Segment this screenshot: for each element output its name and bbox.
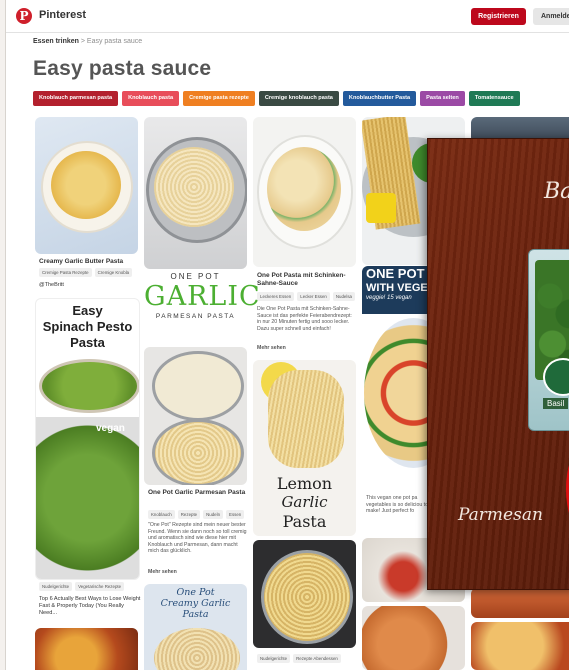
topic-chip[interactable]: Knoblauch parmesan pasta xyxy=(33,91,119,106)
pin-closeup-overlay[interactable]: Ba Basil Parmesan xyxy=(427,138,569,590)
pin-tag[interactable]: Nudelgerichte xyxy=(257,654,291,663)
pin-title[interactable]: One Pot Garlic Parmesan Pasta xyxy=(148,489,246,497)
topic-chip[interactable]: Tomatensauce xyxy=(468,91,520,106)
pin-tag[interactable]: Rezepte xyxy=(177,510,201,519)
pin-title[interactable]: Top 6 Actually Best Ways to Lose Weight … xyxy=(39,596,141,617)
topic-chip[interactable]: Knoblauchbutter Pasta xyxy=(342,91,417,106)
register-button[interactable]: Registrieren xyxy=(471,8,526,25)
pepper-shape xyxy=(366,193,396,223)
overlay-script-text: Ba xyxy=(544,179,569,204)
pin-image-line: Creamy Garlic xyxy=(160,598,231,609)
pasta-dish-shape xyxy=(36,417,139,579)
pasta-shape xyxy=(154,628,240,670)
spaghetti-shape xyxy=(154,147,234,227)
pin-tags: Cremige Pasta Rezepte Cremige Knobla xyxy=(39,268,133,277)
pin-tag[interactable]: Nudeln xyxy=(203,510,224,519)
basil-package: Basil xyxy=(528,249,569,431)
top-bar: P Pinterest Registrieren Anmelden xyxy=(6,0,569,33)
pasta-shape xyxy=(267,147,341,231)
pin-image-line: Pasta xyxy=(70,335,105,350)
package-label: Basil xyxy=(543,398,569,409)
pin-image-creamy-garlic[interactable]: One Pot Creamy Garlic Pasta xyxy=(144,584,247,670)
pin-image-text: Easy Spinach Pesto Pasta xyxy=(36,303,139,351)
spaghetti-shape xyxy=(261,550,353,644)
pin-image-line: Garlic xyxy=(281,493,328,511)
pin-image-spaghetti-bowl[interactable] xyxy=(253,540,356,648)
pin-image-creamy-sauce[interactable] xyxy=(362,606,465,670)
pin-tag[interactable]: Knoblauch xyxy=(148,510,175,519)
pin-image-text: ONE POT GARLIC PARMESAN PASTA xyxy=(144,272,261,320)
pin-tags: Leckeres Essen Lecker Essen Nudelsa xyxy=(257,292,355,301)
pin-image-line: Pasta xyxy=(282,512,327,531)
pin-image-line: PARMESAN PASTA xyxy=(155,313,236,320)
pin-tag[interactable]: Nudelgerichte xyxy=(39,582,73,591)
pin-tag[interactable]: Rezepte Abendessen xyxy=(293,654,341,663)
pin-tag[interactable]: Vegetarische Rezepte xyxy=(75,582,125,591)
pin-image-pasta-skillet[interactable] xyxy=(35,628,138,670)
page-title: Easy pasta sauce xyxy=(33,57,212,80)
pin-image-caption: vegan xyxy=(96,423,125,434)
pin-image-lemon-garlic-pasta[interactable]: Lemon Garlic Pasta xyxy=(253,360,356,536)
pin-image-line: Lemon xyxy=(276,474,333,493)
spaghetti-shape xyxy=(268,370,344,468)
topic-chip[interactable]: Pasta selten xyxy=(420,91,465,106)
pin-author-name: TheBritt xyxy=(44,282,64,288)
pin-tag[interactable]: Leckeres Essen xyxy=(257,292,295,301)
pin-image-bottom-right-2[interactable] xyxy=(471,622,569,670)
breadcrumb: Essen trinken > Easy pasta sauce xyxy=(33,38,142,45)
pin-tags: Knoblauch Rezepte Nudeln Essen xyxy=(148,510,245,519)
spaghetti-shape xyxy=(152,419,244,485)
browser-page: P Pinterest Registrieren Anmelden Essen … xyxy=(5,0,569,670)
pin-tag[interactable]: Lecker Essen xyxy=(297,292,330,301)
pin-image-garlic-pasta-steps[interactable] xyxy=(144,347,247,485)
breadcrumb-separator: > xyxy=(78,38,87,45)
pin-author[interactable]: @TheBritt xyxy=(39,282,64,288)
related-topic-chips: Knoblauch parmesan pasta Knoblauch pasta C… xyxy=(33,91,520,106)
pin-more-link[interactable]: Mehr sehen xyxy=(148,569,177,576)
pin-image-line: GARLIC xyxy=(144,281,261,312)
login-button[interactable]: Anmelden xyxy=(533,8,569,25)
pin-image-line: Spinach Pesto xyxy=(42,319,133,334)
pin-image-line: Easy xyxy=(72,303,103,318)
pin-description: This vegan one pot pa vegetables is so d… xyxy=(366,495,428,515)
pin-description: Die One Pot Pasta mit Schinken-Sahne-Sau… xyxy=(257,306,352,332)
pin-image-text: Lemon Garlic Pasta xyxy=(253,474,356,531)
pin-tag[interactable]: Essen xyxy=(226,510,245,519)
breadcrumb-parent[interactable]: Essen trinken xyxy=(33,38,79,45)
pinterest-logo-icon[interactable]: P xyxy=(16,8,32,24)
topic-chip[interactable]: Cremige pasta rezepte xyxy=(183,91,255,106)
pasta-shape xyxy=(51,151,121,219)
overlay-script-text: Parmesan xyxy=(458,505,543,525)
pin-image-line: ONE POT xyxy=(170,272,221,281)
pin-more-link[interactable]: Mehr sehen xyxy=(257,345,286,352)
pin-tags: Nudelgerichte Vegetarische Rezepte xyxy=(39,582,125,591)
pin-image-creamy-garlic-pasta[interactable] xyxy=(35,117,138,254)
topic-chip[interactable]: Knoblauch pasta xyxy=(122,91,180,106)
organic-seal-icon xyxy=(543,358,569,396)
pin-tag[interactable]: Cremige Pasta Rezepte xyxy=(39,268,92,277)
pin-tag[interactable]: Cremige Knobla xyxy=(94,268,133,277)
pin-image-pot-spaghetti[interactable] xyxy=(144,117,247,269)
pin-image-spinach-pesto[interactable]: Easy Spinach Pesto Pasta vegan xyxy=(35,298,140,580)
pin-title[interactable]: Creamy Garlic Butter Pasta xyxy=(39,258,139,266)
topic-chip[interactable]: Cremige knoblauch pasta xyxy=(258,91,339,106)
pin-title[interactable]: One Pot Pasta mit Schinken-Sahne-Sauce xyxy=(257,272,357,288)
pin-tags: Nudelgerichte Rezepte Abendessen xyxy=(257,654,341,663)
pin-image-line: One Pot xyxy=(176,587,215,598)
pin-description: "One Pot" Rezepte sind mein neuer bester… xyxy=(148,522,247,555)
breadcrumb-current: Easy pasta sauce xyxy=(86,38,143,45)
pasta-bowl-shape xyxy=(39,359,139,413)
pin-tag[interactable]: Nudelsa xyxy=(332,292,355,301)
pin-image-line: Pasta xyxy=(182,609,209,620)
pin-image-bottom-right[interactable] xyxy=(471,588,569,618)
brand-name[interactable]: Pinterest xyxy=(39,9,86,21)
pot-shape xyxy=(152,351,244,421)
pin-image-text: One Pot Creamy Garlic Pasta xyxy=(144,587,247,620)
pin-image-ham-cream-pasta[interactable] xyxy=(253,117,356,267)
